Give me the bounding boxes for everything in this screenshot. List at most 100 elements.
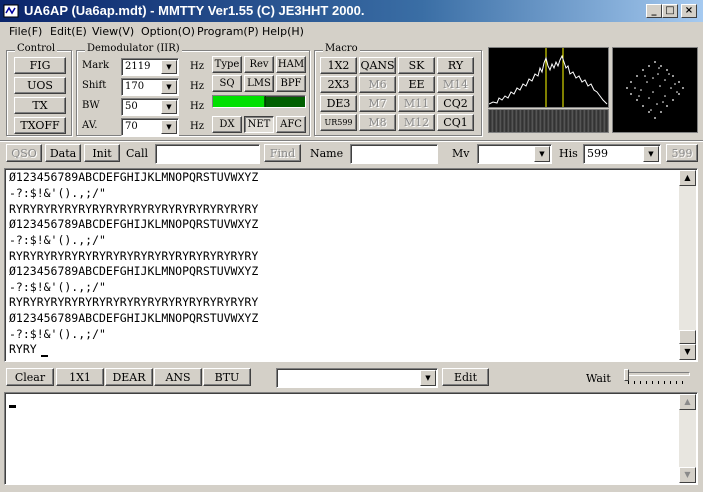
chevron-down-icon[interactable]: ▼ — [161, 80, 177, 94]
title-bar[interactable]: UA6AP (Ua6ap.mdt) - MMTTY Ver1.55 (C) JE… — [0, 0, 703, 22]
net-button[interactable]: NET — [244, 116, 274, 133]
chevron-down-icon[interactable]: ▼ — [420, 370, 436, 386]
macro-button-cq1[interactable]: CQ1 — [437, 114, 474, 131]
chevron-down-icon[interactable]: ▼ — [161, 100, 177, 114]
dx-button[interactable]: DX — [212, 116, 242, 133]
macro-button-2x3[interactable]: 2X3 — [320, 76, 357, 93]
minimize-button[interactable]: _ — [646, 4, 662, 18]
btu-button[interactable]: BTU — [203, 368, 251, 386]
rx-scrollbar[interactable]: ▲ ▼ — [679, 170, 696, 360]
menu-program[interactable]: Program(P) — [197, 23, 259, 41]
scroll-up-icon[interactable]: ▲ — [679, 170, 696, 186]
dear-button[interactable]: DEAR — [105, 368, 153, 386]
macro-button-1x2[interactable]: 1X2 — [320, 57, 357, 74]
scroll-up-icon[interactable]: ▲ — [679, 394, 696, 410]
wait-slider[interactable] — [624, 369, 690, 385]
init-button[interactable]: Init — [84, 144, 120, 162]
macro-button-m7[interactable]: M7 — [359, 95, 396, 112]
menu-help[interactable]: Help(H) — [262, 23, 304, 41]
macro-button-cq2[interactable]: CQ2 — [437, 95, 474, 112]
scroll-down-icon[interactable]: ▼ — [679, 344, 696, 360]
signal-level-fill — [213, 96, 264, 107]
av-select[interactable]: 70 ▼ — [121, 118, 179, 136]
macro-button-qans[interactable]: QANS — [359, 57, 396, 74]
app-icon[interactable] — [3, 3, 19, 19]
qso-button[interactable]: QSO — [6, 144, 42, 162]
chevron-down-icon[interactable]: ▼ — [534, 146, 550, 162]
macro-button-m12[interactable]: M12 — [398, 114, 435, 131]
macro-button-m14[interactable]: M14 — [437, 76, 474, 93]
squelch-marker[interactable] — [265, 96, 266, 107]
spectrum-display[interactable] — [488, 47, 609, 108]
rx-line: Ø123456789ABCDEFGHIJKLMNOPQRSTUVWXYZ — [9, 264, 259, 278]
txoff-button[interactable]: TXOFF — [14, 117, 66, 134]
transmit-text-area[interactable]: ▲ ▼ — [4, 392, 698, 485]
his-599-button[interactable]: 599 — [666, 144, 698, 162]
rx-line: Ø123456789ABCDEFGHIJKLMNOPQRSTUVWXYZ — [9, 217, 259, 231]
shift-unit: Hz — [190, 81, 204, 92]
chevron-down-icon[interactable]: ▼ — [643, 146, 659, 162]
xy-scope-display[interactable] — [612, 47, 698, 133]
menu-edit[interactable]: Edit(E) — [50, 23, 87, 41]
macro-button-de3[interactable]: DE3 — [320, 95, 357, 112]
shift-select[interactable]: 170 ▼ — [121, 78, 179, 96]
wait-slider-thumb[interactable] — [624, 369, 629, 381]
mv-label: Mv — [452, 147, 470, 160]
macro-button-m6[interactable]: M6 — [359, 76, 396, 93]
afc-button[interactable]: AFC — [276, 116, 306, 133]
rx-line: RYRYRYRYRYRYRYRYRYRYRYRYRYRYRYRYRYRY — [9, 249, 259, 263]
mv-select[interactable]: ▼ — [477, 144, 552, 164]
macro-button-ee[interactable]: EE — [398, 76, 435, 93]
edit-button[interactable]: Edit — [442, 368, 489, 386]
his-select[interactable]: 599 ▼ — [583, 144, 661, 164]
shift-label: Shift — [82, 80, 107, 91]
macro-button-ur599[interactable]: UR599 — [320, 114, 357, 131]
lms-button[interactable]: LMS — [244, 75, 274, 92]
macro-button-m11[interactable]: M11 — [398, 95, 435, 112]
uos-button[interactable]: UOS — [14, 77, 66, 94]
fig-button[interactable]: FIG — [14, 57, 66, 74]
chevron-down-icon[interactable]: ▼ — [161, 60, 177, 74]
tx-button[interactable]: TX — [14, 97, 66, 114]
mark-select[interactable]: 2119 ▼ — [121, 58, 179, 76]
maximize-button[interactable]: □ — [662, 4, 678, 18]
1x1-button[interactable]: 1X1 — [56, 368, 104, 386]
find-button[interactable]: Find — [264, 144, 301, 162]
data-button[interactable]: Data — [45, 144, 81, 162]
menu-file[interactable]: File(F) — [9, 23, 42, 41]
rx-line: RYRYRYRYRYRYRYRYRYRYRYRYRYRYRYRYRYRY — [9, 295, 259, 309]
demodulator-group-label: Demodulator (IIR) — [85, 43, 182, 54]
rx-line: -?:$!&'().,;/" — [9, 280, 106, 294]
bpf-button[interactable]: BPF — [276, 75, 306, 92]
scroll-thumb[interactable] — [679, 330, 696, 344]
chevron-down-icon[interactable]: ▼ — [161, 120, 177, 134]
rx-line: RYRY — [9, 342, 37, 356]
receive-text-area[interactable]: Ø123456789ABCDEFGHIJKLMNOPQRSTUVWXYZ -?:… — [4, 168, 698, 362]
his-value: 599 — [587, 147, 608, 160]
close-button[interactable]: × — [681, 4, 697, 18]
scroll-down-icon[interactable]: ▼ — [679, 467, 696, 483]
macro-button-sk[interactable]: SK — [398, 57, 435, 74]
macro-button-ry[interactable]: RY — [437, 57, 474, 74]
menu-option[interactable]: Option(O) — [141, 23, 195, 41]
name-input[interactable] — [350, 144, 438, 164]
mark-unit: Hz — [190, 61, 204, 72]
call-label: Call — [126, 147, 149, 160]
macro-button-m8[interactable]: M8 — [359, 114, 396, 131]
tx-scrollbar[interactable]: ▲ ▼ — [679, 394, 696, 483]
rx-line: Ø123456789ABCDEFGHIJKLMNOPQRSTUVWXYZ — [9, 311, 259, 325]
rev-button[interactable]: Rev — [244, 56, 274, 73]
call-input[interactable] — [155, 144, 260, 164]
waterfall-display[interactable] — [488, 109, 609, 133]
type-button[interactable]: Type — [212, 56, 242, 73]
clear-button[interactable]: Clear — [6, 368, 54, 386]
xy-scope-trace — [626, 61, 684, 119]
ham-button[interactable]: HAM — [276, 56, 306, 73]
menu-view[interactable]: View(V) — [92, 23, 134, 41]
sq-button[interactable]: SQ — [212, 75, 242, 92]
ans-button[interactable]: ANS — [154, 368, 202, 386]
wait-label: Wait — [586, 372, 611, 385]
tx-macro-select[interactable]: ▼ — [276, 368, 438, 388]
bw-select[interactable]: 50 ▼ — [121, 98, 179, 116]
wait-slider-track — [624, 372, 690, 376]
